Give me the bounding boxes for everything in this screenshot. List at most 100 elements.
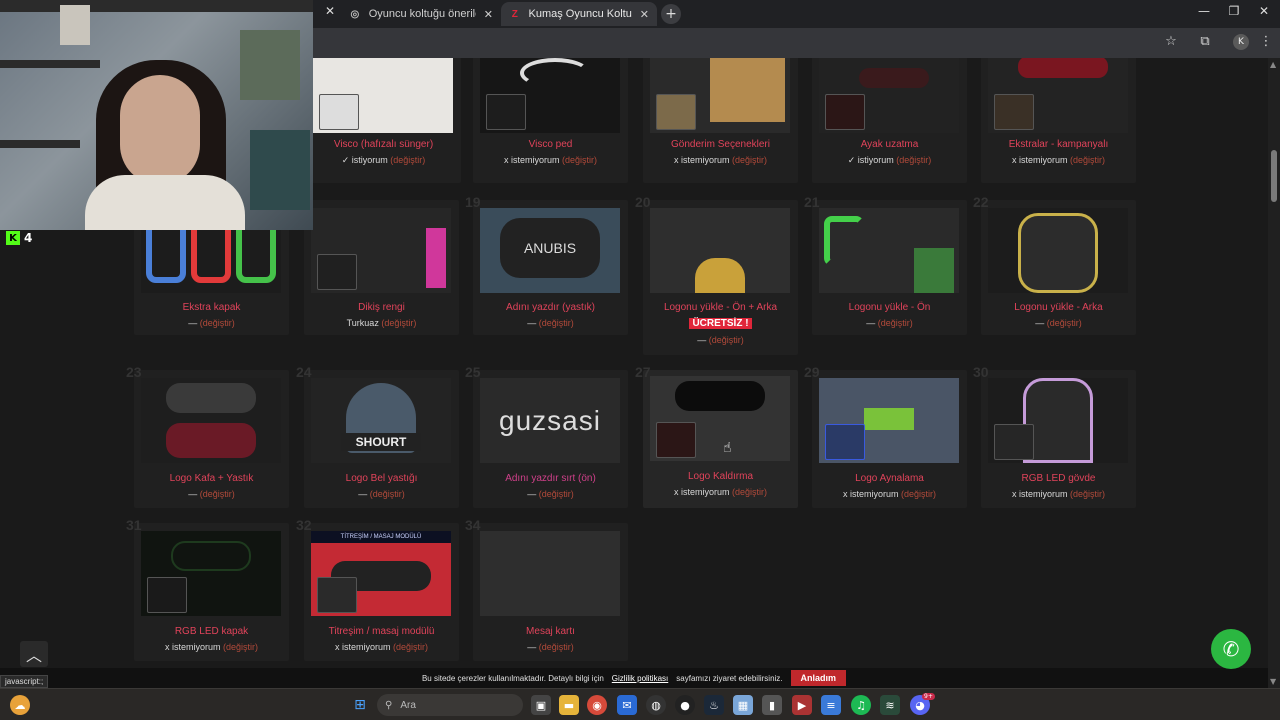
option-card[interactable]: 25 guzsasi Adını yazdır sırt (ön) — (değ… <box>465 364 628 508</box>
change-link[interactable]: (değiştir) <box>1047 318 1082 328</box>
scroll-up-arrow-icon[interactable]: ▲ <box>1270 60 1276 69</box>
change-link[interactable]: (değiştir) <box>539 318 574 328</box>
tab-close-icon[interactable]: ✕ <box>640 8 649 21</box>
webcam-overlay <box>0 0 313 230</box>
change-link[interactable]: (değiştir) <box>901 489 936 499</box>
tab-oyuncu-koltugu[interactable]: ◎ Oyuncu koltuğu önerileri ✕ <box>341 2 501 26</box>
change-link[interactable]: (değiştir) <box>896 155 931 165</box>
change-link[interactable]: (değiştir) <box>1070 155 1105 165</box>
globe-icon: ◎ <box>350 8 360 20</box>
option-card[interactable]: Ekstralar - kampanyalı x istemiyorum (de… <box>981 58 1136 183</box>
hand-cursor-icon: ☝ <box>723 440 732 456</box>
tab-zio-koltuk[interactable]: Z Kumaş Oyuncu Koltuğu - Zio Ga ✕ <box>501 2 657 26</box>
menu-icon[interactable]: ⋮ <box>1257 34 1275 49</box>
option-title: Logonu yükle - Ön + Arka <box>663 302 778 313</box>
option-card[interactable]: 19 ANUBIS Adını yazdır (yastık) — (değiş… <box>465 194 628 335</box>
extensions-icon[interactable]: ⧉ <box>1196 34 1214 49</box>
option-title: Gönderim Seçenekleri <box>671 139 770 150</box>
option-mini-thumbnail <box>317 577 357 613</box>
obs-icon[interactable]: ● <box>675 695 695 715</box>
option-card[interactable]: Gönderim Seçenekleri x istemiyorum (deği… <box>643 58 798 183</box>
scroll-down-arrow-icon[interactable]: ▼ <box>1270 677 1276 686</box>
option-card[interactable]: 31 RGB LED kapak x istemiyorum (değiştir… <box>126 517 289 661</box>
option-card[interactable]: 27 Logo Kaldırma x istemiyorum (değiştir… <box>635 364 798 508</box>
page-scrollbar[interactable]: ▲ ▼ <box>1268 58 1280 688</box>
privacy-policy-link[interactable]: Gizlilik politikası <box>612 674 668 683</box>
profile-avatar[interactable]: K <box>1233 34 1249 50</box>
option-thumbnail: TİTREŞİM / MASAJ MODÜLÜ <box>311 531 451 616</box>
usb-icon[interactable]: ▮ <box>762 695 782 715</box>
minimize-icon[interactable]: — <box>1192 4 1216 18</box>
change-link[interactable]: (değiştir) <box>393 642 428 652</box>
option-thumbnail <box>480 58 620 133</box>
media-icon[interactable]: ▶ <box>792 695 812 715</box>
option-card[interactable]: Visco (hafızalı sünger) ✓ istiyorum (değ… <box>306 58 461 183</box>
restore-icon[interactable]: ❐ <box>1222 4 1246 18</box>
person-face <box>120 75 200 185</box>
option-thumbnail <box>650 376 790 461</box>
change-link[interactable]: (değiştir) <box>223 642 258 652</box>
change-link[interactable]: (değiştir) <box>732 487 767 497</box>
change-link[interactable]: (değiştir) <box>370 489 405 499</box>
option-value: — (değiştir) <box>134 318 289 328</box>
option-card[interactable]: 30 RGB LED gövde x istemiyorum (değiştir… <box>973 364 1136 508</box>
close-icon[interactable]: ✕ <box>318 4 342 18</box>
chrome-icon[interactable]: ◉ <box>587 695 607 715</box>
change-link[interactable]: (değiştir) <box>200 489 235 499</box>
chevron-up-icon: ︿ <box>25 646 42 665</box>
option-card[interactable]: 21 Logonu yükle - Ön — (değiştir) <box>804 194 967 335</box>
option-mini-thumbnail <box>994 94 1034 130</box>
option-card[interactable]: 23 Logo Kafa + Yastık — (değiştir) <box>126 364 289 508</box>
change-link[interactable]: (değiştir) <box>539 642 574 652</box>
windows-start-icon[interactable]: ⊞ <box>350 695 370 715</box>
weather-icon[interactable]: ☁ <box>10 695 30 715</box>
mail-icon[interactable]: ✉ <box>617 695 637 715</box>
status-url: javascript:; <box>0 675 49 688</box>
option-card[interactable]: Visco ped x istemiyorum (değiştir) <box>473 58 628 183</box>
new-tab-button[interactable]: + <box>661 4 681 24</box>
option-card[interactable]: 20 Logonu yükle - Ön + Arka ÜCRETSİZ ! —… <box>635 194 798 355</box>
file-explorer-icon[interactable]: ▬ <box>559 695 579 715</box>
change-link[interactable]: (değiştir) <box>562 155 597 165</box>
option-card[interactable]: 32 TİTREŞİM / MASAJ MODÜLÜ Titreşim / ma… <box>296 517 459 661</box>
search-icon: ⚲ <box>385 699 393 711</box>
whatsapp-icon: ✆ <box>1222 637 1240 661</box>
free-badge: ÜCRETSİZ ! <box>689 318 752 329</box>
whatsapp-button[interactable]: ✆ <box>1211 629 1251 669</box>
option-value-text: x istemiyorum <box>673 487 730 497</box>
task-view-icon[interactable]: ▣ <box>531 695 551 715</box>
calculator-icon[interactable]: ▦ <box>733 695 753 715</box>
option-card[interactable]: 34 Mesaj kartı — (değiştir) <box>465 517 628 661</box>
app-icon-2[interactable]: ≋ <box>880 695 900 715</box>
window-close-icon[interactable]: ✕ <box>1252 4 1276 18</box>
change-link[interactable]: (değiştir) <box>381 318 416 328</box>
option-title: Logo Kaldırma <box>687 471 754 482</box>
change-link[interactable]: (değiştir) <box>732 155 767 165</box>
change-link[interactable]: (değiştir) <box>539 489 574 499</box>
taskbar-search[interactable]: ⚲ Ara <box>377 694 523 716</box>
cookie-accept-button[interactable]: Anladım <box>790 670 847 686</box>
change-link[interactable]: (değiştir) <box>709 335 744 345</box>
option-badge-row: ÜCRETSİZ ! <box>643 318 798 329</box>
steam-icon[interactable]: ♨ <box>704 695 724 715</box>
change-link[interactable]: (değiştir) <box>1070 489 1105 499</box>
scroll-to-top-button[interactable]: ︿ <box>20 641 48 667</box>
bookmark-star-icon[interactable]: ☆ <box>1162 34 1180 49</box>
option-value: — (değiştir) <box>304 489 459 499</box>
spotify-icon[interactable]: ♫ <box>851 695 871 715</box>
option-card[interactable]: 22 Logonu yükle - Arka — (değiştir) <box>973 194 1136 335</box>
change-link[interactable]: (değiştir) <box>878 318 913 328</box>
option-title: Visco ped <box>528 139 573 150</box>
option-card[interactable]: Ayak uzatma ✓ istiyorum (değiştir) <box>812 58 967 183</box>
scroll-thumb[interactable] <box>1271 150 1277 202</box>
app-icon[interactable]: ◍ <box>646 695 666 715</box>
option-card[interactable]: 24 SHOURT Logo Bel yastığı — (değiştir) <box>296 364 459 508</box>
option-card[interactable]: Dikiş rengi Turkuaz (değiştir) <box>304 200 459 335</box>
tab-close-icon[interactable]: ✕ <box>484 8 493 21</box>
option-title: RGB LED kapak <box>174 626 249 637</box>
change-link[interactable]: (değiştir) <box>200 318 235 328</box>
notepad-icon[interactable]: ≡ <box>821 695 841 715</box>
option-mini-thumbnail <box>147 577 187 613</box>
change-link[interactable]: (değiştir) <box>390 155 425 165</box>
option-card[interactable]: 29 Logo Aynalama x istemiyorum (değiştir… <box>804 364 967 508</box>
